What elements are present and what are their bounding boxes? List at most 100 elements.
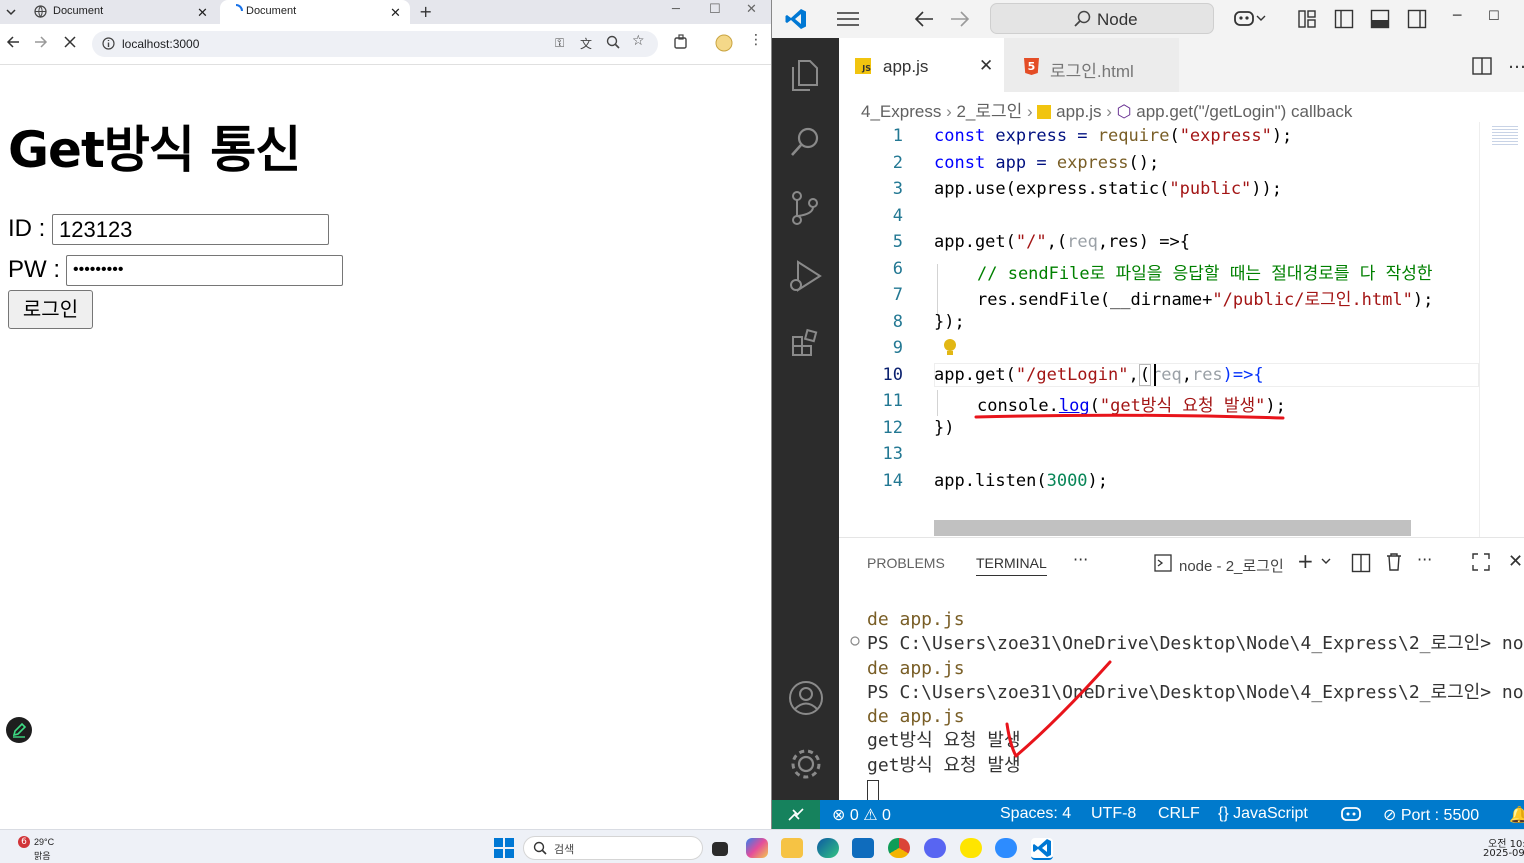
discord-icon[interactable] xyxy=(924,838,946,858)
hamburger-menu-icon[interactable] xyxy=(836,11,860,27)
clock-date[interactable]: 2025-09- xyxy=(1483,848,1524,859)
windows-start-icon[interactable] xyxy=(494,838,514,858)
copilot-icon[interactable] xyxy=(1233,8,1267,28)
chrome-icon[interactable] xyxy=(888,838,910,858)
profile-avatar-icon[interactable] xyxy=(715,34,733,52)
close-icon[interactable]: ✕ xyxy=(390,5,401,21)
maximize-icon[interactable]: ☐ xyxy=(1488,9,1500,24)
site-info-icon[interactable] xyxy=(102,37,115,50)
close-icon[interactable]: ✕ xyxy=(197,5,208,21)
maximize-icon[interactable]: ☐ xyxy=(709,2,721,17)
taskbar-search[interactable]: 검색 xyxy=(523,836,703,860)
toggle-sidebar-icon[interactable] xyxy=(1334,9,1354,29)
minimap[interactable] xyxy=(1479,122,1524,537)
more-tabs-icon[interactable]: ··· xyxy=(1073,550,1088,569)
extensions-icon[interactable] xyxy=(673,34,689,50)
code-editor[interactable]: 1 2 3 4 5 6 7 8 9 10 11 12 13 14 const e… xyxy=(839,122,1479,522)
lightbulb-icon[interactable] xyxy=(943,338,957,358)
notifications-bell-icon[interactable]: 🔔 xyxy=(1509,805,1524,825)
breadcrumb-item[interactable]: app.get("/getLogin") callback xyxy=(1136,102,1352,121)
edit-pencil-button[interactable] xyxy=(6,717,32,743)
minimize-icon[interactable]: ─ xyxy=(672,2,680,17)
chevron-down-icon[interactable] xyxy=(1320,555,1332,567)
close-panel-icon[interactable]: ✕ xyxy=(1508,551,1523,572)
language-label: JavaScript xyxy=(1233,805,1308,822)
minimize-icon[interactable]: ─ xyxy=(1453,8,1461,24)
translate-icon[interactable]: 文 xyxy=(580,35,592,52)
warning-count: 0 xyxy=(882,807,891,824)
toggle-secondary-sidebar-icon[interactable] xyxy=(1407,9,1427,29)
eol-status[interactable]: CRLF xyxy=(1158,805,1200,823)
password-input[interactable]: ••••••••• xyxy=(66,255,343,286)
more-actions-icon[interactable]: … xyxy=(1508,52,1524,73)
close-window-icon[interactable]: ✕ xyxy=(746,2,757,17)
close-icon[interactable]: ✕ xyxy=(979,56,993,76)
settings-gear-icon[interactable] xyxy=(788,746,824,782)
run-debug-icon[interactable] xyxy=(788,258,824,294)
split-terminal-icon[interactable] xyxy=(1351,553,1371,573)
code-line: const app = express(); xyxy=(934,153,1160,173)
code-line: console.log("get방식 요청 발생"); xyxy=(977,396,1286,416)
edge-browser-icon[interactable] xyxy=(817,838,839,858)
copilot-app-icon[interactable] xyxy=(746,838,768,858)
account-icon[interactable] xyxy=(788,680,824,716)
encoding-status[interactable]: UTF-8 xyxy=(1091,805,1136,823)
layout-customize-icon[interactable] xyxy=(1297,9,1317,29)
zoom-app-icon[interactable] xyxy=(995,838,1017,858)
indentation-status[interactable]: Spaces: 4 xyxy=(1000,805,1071,823)
weather-temp: 29°C xyxy=(34,837,55,847)
key-icon[interactable]: ⚿ xyxy=(555,36,564,51)
tab-terminal[interactable]: TERMINAL xyxy=(976,555,1047,576)
stop-icon[interactable] xyxy=(64,36,76,48)
new-tab-button[interactable]: + xyxy=(419,2,432,21)
kakaotalk-icon[interactable] xyxy=(960,838,982,858)
source-control-icon[interactable] xyxy=(790,190,820,226)
breadcrumb-item[interactable]: app.js xyxy=(1056,102,1101,121)
remote-indicator-button[interactable] xyxy=(772,800,820,829)
file-explorer-icon[interactable] xyxy=(781,838,803,858)
more-actions-icon[interactable]: ··· xyxy=(1417,550,1432,569)
menu-kebab-icon[interactable]: ⋮ xyxy=(749,32,763,48)
url-bar[interactable]: localhost:3000 ⚿ 文 ☆ xyxy=(92,31,658,57)
forward-icon[interactable] xyxy=(34,35,48,49)
breadcrumb-item[interactable]: 2_로그인 xyxy=(956,102,1022,121)
id-input[interactable]: 123123 xyxy=(52,214,329,245)
nav-back-icon[interactable] xyxy=(914,10,934,28)
nav-forward-icon[interactable] xyxy=(950,10,970,28)
tab-list-dropdown-icon[interactable] xyxy=(5,6,17,18)
extensions-icon[interactable] xyxy=(790,328,822,360)
problems-status[interactable]: ⊗ 0 ⚠ 0 xyxy=(832,805,891,825)
weather-widget[interactable]: 6 29°C 맑음 xyxy=(18,836,78,862)
tab-problems[interactable]: PROBLEMS xyxy=(867,555,945,571)
task-view-icon[interactable] xyxy=(712,842,728,856)
terminal-line: get방식 요청 발생 xyxy=(867,754,1021,776)
command-center-search[interactable]: Node xyxy=(990,3,1214,34)
terminal-name[interactable]: node - 2_로그인 xyxy=(1179,555,1284,576)
vscode-app-icon[interactable] xyxy=(1031,838,1053,860)
live-server-status[interactable]: ⊘ Port : 5500 xyxy=(1383,805,1479,825)
port-label: Port : 5500 xyxy=(1400,807,1480,824)
new-terminal-icon[interactable]: + xyxy=(1297,549,1314,573)
split-editor-icon[interactable] xyxy=(1472,57,1492,75)
search-icon[interactable] xyxy=(789,126,821,158)
horizontal-scrollbar[interactable] xyxy=(934,520,1411,536)
language-status[interactable]: {} JavaScript xyxy=(1218,805,1308,823)
editor-tab-app-js[interactable]: JS app.js ✕ xyxy=(839,38,1004,92)
outlook-icon[interactable] xyxy=(852,838,874,858)
copilot-status-icon[interactable] xyxy=(1340,805,1362,823)
browser-tab-2[interactable]: Document ✕ xyxy=(220,0,410,24)
toggle-panel-icon[interactable] xyxy=(1370,9,1390,29)
bookmark-star-icon[interactable]: ☆ xyxy=(632,33,645,49)
javascript-file-icon xyxy=(1037,105,1052,119)
maximize-panel-icon[interactable] xyxy=(1472,553,1490,571)
zoom-icon[interactable] xyxy=(606,35,620,49)
login-button[interactable]: 로그인 xyxy=(8,290,93,329)
editor-tab-login-html[interactable]: 5 로그인.html xyxy=(1004,38,1179,92)
bottom-panel: PROBLEMS TERMINAL ··· node - 2_로그인 + ···… xyxy=(839,537,1524,803)
browser-tab-1[interactable]: Document ✕ xyxy=(24,0,214,24)
explorer-icon[interactable] xyxy=(789,58,821,92)
trash-icon[interactable] xyxy=(1385,552,1403,572)
back-icon[interactable] xyxy=(6,35,20,49)
breadcrumb-item[interactable]: 4_Express xyxy=(861,102,941,121)
terminal-output[interactable]: de app.js PS C:\Users\zoe31\OneDrive\Desk… xyxy=(867,608,1524,803)
